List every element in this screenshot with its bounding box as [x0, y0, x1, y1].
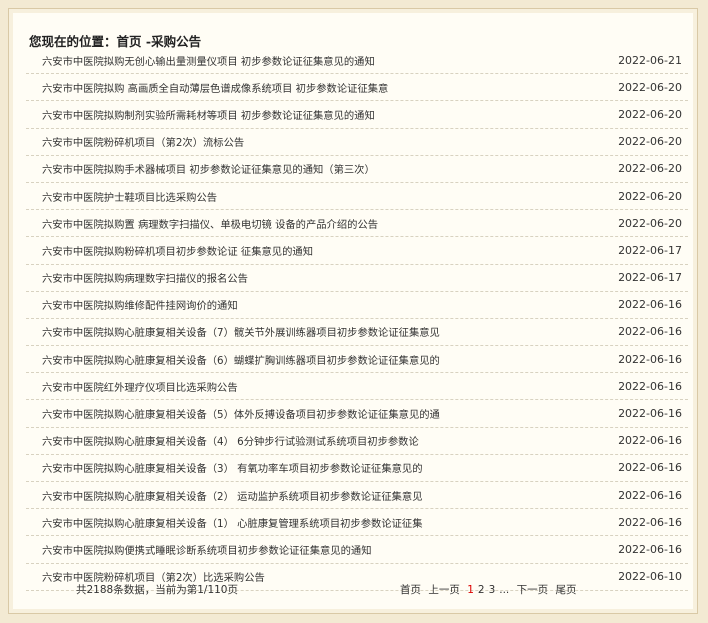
list-item[interactable]: 六安市中医院拟购心脏康复相关设备（2） 运动监护系统项目初步参数论证征集意见 20… — [26, 482, 688, 510]
list-item[interactable]: 六安市中医院拟购心脏康复相关设备（1） 心脏康复管理系统项目初步参数论证征集 20… — [26, 509, 688, 537]
page-link-3[interactable]: 3 — [489, 584, 496, 596]
first-page-link[interactable]: 首页 — [400, 584, 421, 596]
list-item-date: 2022-06-16 — [618, 488, 682, 502]
prev-page-link[interactable]: 上一页 — [428, 584, 460, 596]
list-item[interactable]: 六安市中医院拟购心脏康复相关设备（3） 有氧功率车项目初步参数论证征集意见的 20… — [26, 455, 688, 482]
list-item[interactable]: 六安市中医院拟购心脏康复相关设备（5）体外反搏设备项目初步参数论证征集意见的通 2… — [26, 400, 688, 428]
list-item[interactable]: 六安市中医院护士鞋项目比选采购公告 2022-06-20 — [26, 183, 688, 211]
list-item-title[interactable]: 六安市中医院拟购手术器械项目 初步参数论证征集意见的通知（第三次） — [26, 161, 375, 176]
list-item-title[interactable]: 六安市中医院拟购心脏康复相关设备（7）髋关节外展训练器项目初步参数论证征集意见 — [26, 324, 440, 339]
list-item-title[interactable]: 六安市中医院拟购维修配件挂网询价的通知 — [26, 297, 238, 312]
list-item[interactable]: 六安市中医院拟购 高画质全自动薄层色谱成像系统项目 初步参数论证征集意 2022-… — [26, 74, 688, 102]
list-item-title[interactable]: 六安市中医院护士鞋项目比选采购公告 — [26, 189, 217, 204]
list-item-title[interactable]: 六安市中医院拟购置 病理数字扫描仪、单极电切镜 设备的产品介绍的公告 — [26, 216, 378, 231]
pagination-info: 共2188条数据，当前为第1/110页 — [76, 584, 238, 596]
list-item-date: 2022-06-16 — [618, 542, 682, 556]
list-item-title[interactable]: 六安市中医院拟购心脏康复相关设备（4） 6分钟步行试验测试系统项目初步参数论 — [26, 433, 419, 448]
last-page-link[interactable]: 尾页 — [555, 584, 576, 596]
list-item-title[interactable]: 六安市中医院粉碎机项目（第2次）流标公告 — [26, 134, 244, 149]
list-item[interactable]: 六安市中医院粉碎机项目（第2次）流标公告 2022-06-20 — [26, 129, 688, 156]
list-item-title[interactable]: 六安市中医院拟购粉碎机项目初步参数论证 征集意见的通知 — [26, 243, 313, 258]
list-item-title[interactable]: 六安市中医院拟购心脏康复相关设备（3） 有氧功率车项目初步参数论证征集意见的 — [26, 460, 423, 475]
list-item-title[interactable]: 六安市中医院拟购 高画质全自动薄层色谱成像系统项目 初步参数论证征集意 — [26, 80, 388, 95]
next-page-link[interactable]: 下一页 — [517, 584, 549, 596]
list-item-title[interactable]: 六安市中医院拟购心脏康复相关设备（5）体外反搏设备项目初步参数论证征集意见的通 — [26, 406, 440, 421]
list-item-title[interactable]: 六安市中医院拟购心脏康复相关设备（1） 心脏康复管理系统项目初步参数论证征集 — [26, 515, 423, 530]
list-item[interactable]: 六安市中医院拟购心脏康复相关设备（4） 6分钟步行试验测试系统项目初步参数论 20… — [26, 428, 688, 455]
list-item-date: 2022-06-16 — [618, 461, 682, 475]
list-item-title[interactable]: 六安市中医院拟购便携式睡眠诊断系统项目初步参数论证征集意见的通知 — [26, 542, 372, 557]
list-item[interactable]: 六安市中医院拟购便携式睡眠诊断系统项目初步参数论证征集意见的通知 2022-06-… — [26, 536, 688, 564]
list-item[interactable]: 六安市中医院红外理疗仪项目比选采购公告 2022-06-16 — [26, 373, 688, 401]
list-item[interactable]: 六安市中医院拟购置 病理数字扫描仪、单极电切镜 设备的产品介绍的公告 2022-0… — [26, 210, 688, 238]
list-item[interactable]: 六安市中医院拟购心脏康复相关设备（6）蝴蝶扩胸训练器项目初步参数论证征集意见的 2… — [26, 346, 688, 374]
list-item-date: 2022-06-20 — [618, 162, 682, 176]
pagination: 共2188条数据，当前为第1/110页 首页 上一页 1 2 3... 下一页 尾页 — [26, 582, 688, 600]
list-item-date: 2022-06-16 — [618, 352, 682, 366]
list-item-date: 2022-06-16 — [618, 379, 682, 393]
list-item-date: 2022-06-21 — [618, 53, 682, 67]
list-item-date: 2022-06-16 — [618, 434, 682, 448]
list-item-date: 2022-06-16 — [618, 515, 682, 529]
list-item-date: 2022-06-16 — [618, 325, 682, 339]
announcement-list: 六安市中医院拟购无创心输出量测量仪项目 初步参数论证征集意见的通知 2022-06… — [26, 47, 688, 591]
page-link-2[interactable]: 2 — [478, 584, 485, 596]
list-item[interactable]: 六安市中医院拟购心脏康复相关设备（7）髋关节外展训练器项目初步参数论证征集意见 2… — [26, 319, 688, 347]
list-item[interactable]: 六安市中医院拟购制剂实验所需耗材等项目 初步参数论证征集意见的通知 2022-06… — [26, 101, 688, 129]
pagination-ellipsis: ... — [499, 584, 510, 596]
list-item[interactable]: 六安市中医院拟购维修配件挂网询价的通知 2022-06-16 — [26, 292, 688, 319]
list-item-title[interactable]: 六安市中医院拟购病理数字扫描仪的报名公告 — [26, 270, 248, 285]
list-item-title[interactable]: 六安市中医院拟购心脏康复相关设备（6）蝴蝶扩胸训练器项目初步参数论证征集意见的 — [26, 352, 440, 367]
list-item-date: 2022-06-20 — [618, 189, 682, 203]
page-link-1[interactable]: 1 — [467, 584, 474, 596]
list-item-date: 2022-06-16 — [618, 298, 682, 312]
list-item-title[interactable]: 六安市中医院拟购无创心输出量测量仪项目 初步参数论证征集意见的通知 — [26, 53, 375, 68]
list-item-date: 2022-06-20 — [618, 216, 682, 230]
list-item[interactable]: 六安市中医院拟购手术器械项目 初步参数论证征集意见的通知（第三次） 2022-06… — [26, 156, 688, 183]
list-item[interactable]: 六安市中医院拟购粉碎机项目初步参数论证 征集意见的通知 2022-06-17 — [26, 237, 688, 265]
list-item-date: 2022-06-20 — [618, 80, 682, 94]
pagination-links: 首页 上一页 1 2 3... 下一页 尾页 — [400, 582, 580, 597]
list-item-date: 2022-06-20 — [618, 107, 682, 121]
list-item[interactable]: 六安市中医院拟购无创心输出量测量仪项目 初步参数论证征集意见的通知 2022-06… — [26, 47, 688, 75]
list-item-date: 2022-06-17 — [618, 243, 682, 257]
list-item-date: 2022-06-16 — [618, 407, 682, 421]
list-item-date: 2022-06-20 — [618, 135, 682, 149]
list-item-title[interactable]: 六安市中医院拟购心脏康复相关设备（2） 运动监护系统项目初步参数论证征集意见 — [26, 488, 423, 503]
list-item-title[interactable]: 六安市中医院拟购制剂实验所需耗材等项目 初步参数论证征集意见的通知 — [26, 107, 375, 122]
list-item-date: 2022-06-17 — [618, 271, 682, 285]
list-item-title[interactable]: 六安市中医院红外理疗仪项目比选采购公告 — [26, 379, 238, 394]
list-item[interactable]: 六安市中医院拟购病理数字扫描仪的报名公告 2022-06-17 — [26, 265, 688, 292]
